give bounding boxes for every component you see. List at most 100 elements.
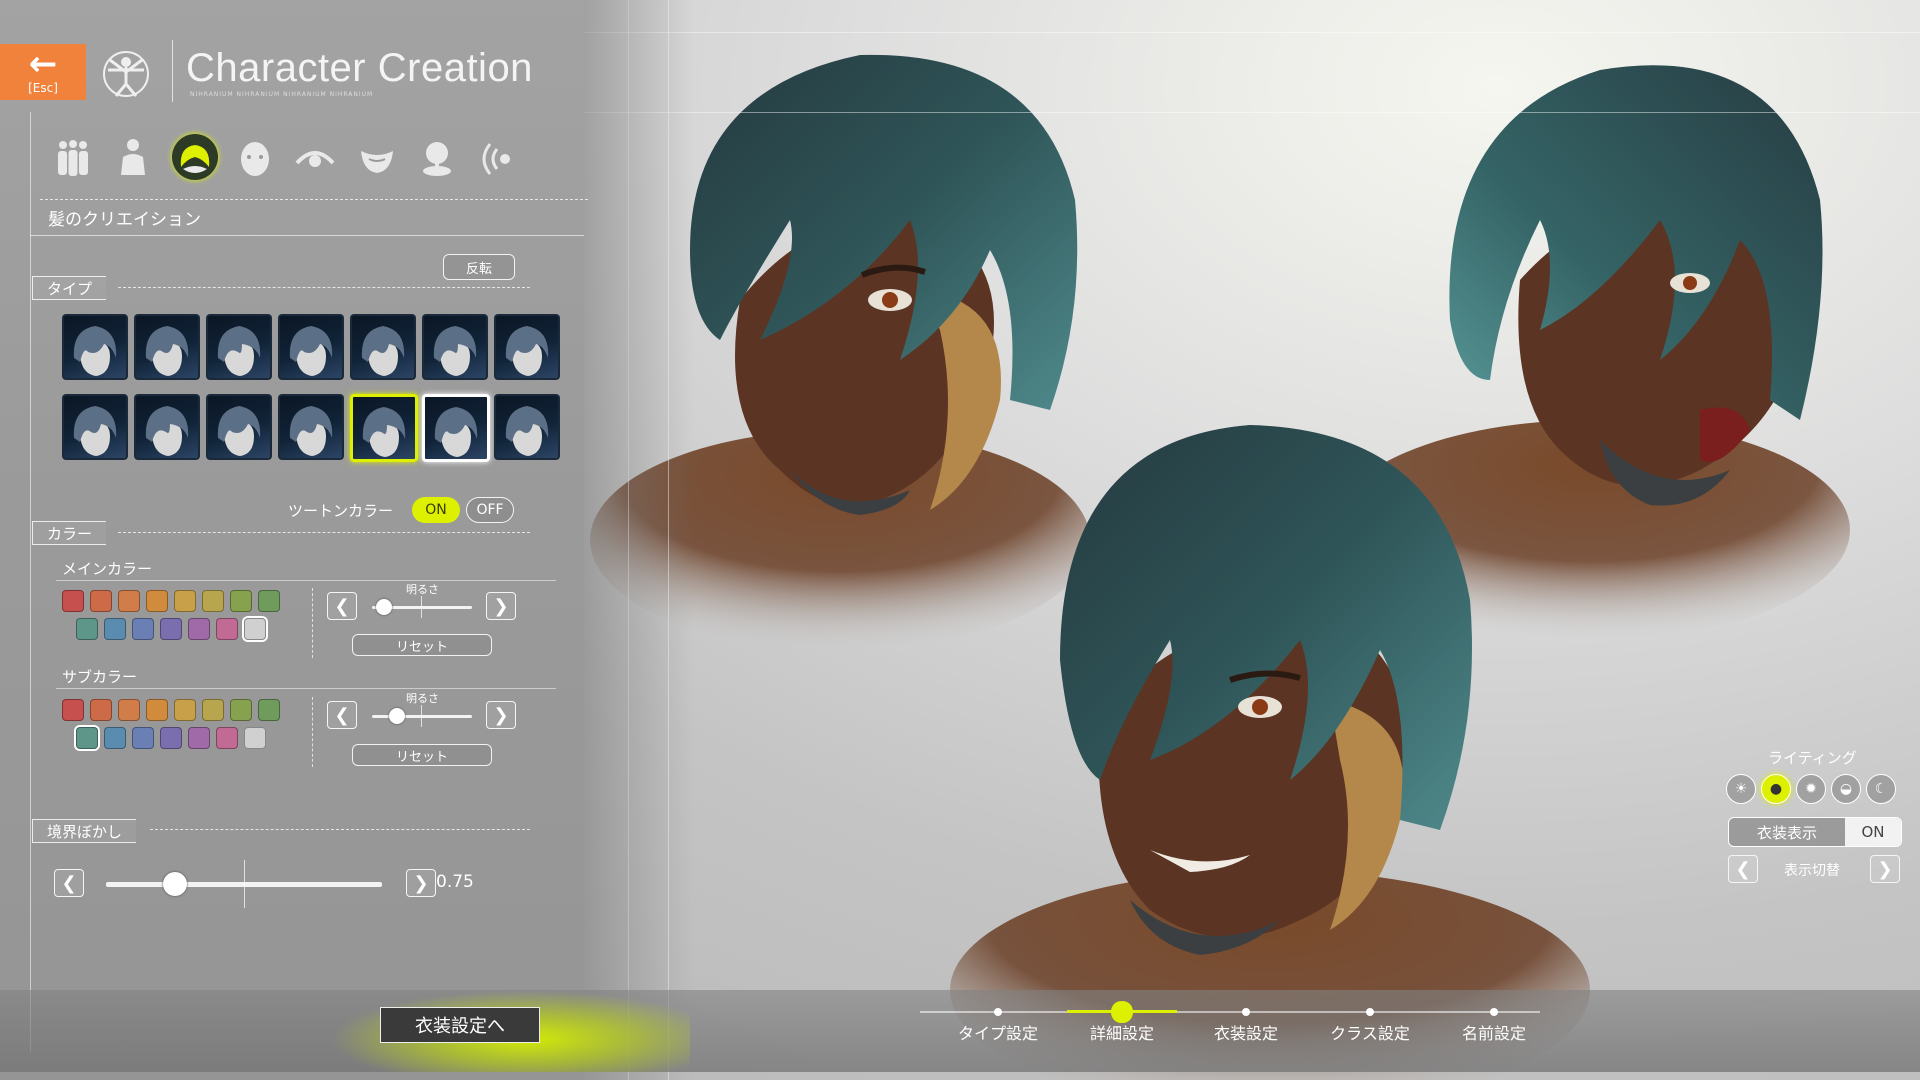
sub-color-swatch[interactable] xyxy=(160,727,182,749)
blur-increase-button[interactable]: ❯ xyxy=(406,869,436,897)
hair-preview-icon xyxy=(362,407,406,457)
sub-color-reset-button[interactable]: リセット xyxy=(352,744,492,766)
step-label[interactable]: 衣装設定 xyxy=(1186,1020,1306,1044)
main-color-swatch[interactable] xyxy=(244,618,266,640)
divider xyxy=(312,697,314,767)
sub-color-swatch[interactable] xyxy=(202,699,224,721)
main-brightness-slider-knob[interactable] xyxy=(376,599,392,615)
costume-display-toggle[interactable]: 衣装表示 ON xyxy=(1728,817,1902,847)
divider xyxy=(56,688,556,689)
step-label[interactable]: 詳細設定 xyxy=(1062,1020,1182,1044)
view-switch-next-button[interactable]: ❯ xyxy=(1870,855,1900,883)
voice-icon[interactable] xyxy=(472,134,522,184)
main-color-swatch[interactable] xyxy=(202,590,224,612)
hair-type-tile[interactable] xyxy=(278,314,344,380)
view-switch-prev-button[interactable]: ❮ xyxy=(1728,855,1758,883)
back-arrow-icon: ← xyxy=(28,44,58,84)
mouth-icon[interactable] xyxy=(352,134,402,184)
hair-preview-icon xyxy=(434,407,478,457)
main-color-swatch[interactable] xyxy=(146,590,168,612)
sub-brightness-decrease-button[interactable]: ❮ xyxy=(327,701,357,729)
hair-type-tile[interactable] xyxy=(206,394,272,460)
hair-type-tile[interactable] xyxy=(350,314,416,380)
sub-color-swatch[interactable] xyxy=(216,727,238,749)
hair-type-tile[interactable] xyxy=(350,394,418,462)
main-color-swatch[interactable] xyxy=(76,618,98,640)
sunset-icon: ◒ xyxy=(1839,781,1853,797)
sub-color-swatch[interactable] xyxy=(118,699,140,721)
two-tone-off-toggle[interactable]: OFF xyxy=(466,497,514,523)
lighting-bright-button[interactable]: ✹ xyxy=(1796,774,1826,804)
blur-decrease-button[interactable]: ❮ xyxy=(54,869,84,897)
back-button[interactable]: ← [Esc] xyxy=(0,44,86,100)
main-brightness-label: 明るさ xyxy=(406,583,439,596)
lighting-sunrise-button[interactable]: ☀ xyxy=(1726,774,1756,804)
step-dot xyxy=(1366,1008,1374,1016)
main-color-swatch[interactable] xyxy=(216,618,238,640)
main-color-swatch[interactable] xyxy=(230,590,252,612)
sub-color-swatch[interactable] xyxy=(188,727,210,749)
sub-brightness-increase-button[interactable]: ❯ xyxy=(486,701,516,729)
main-color-swatch[interactable] xyxy=(104,618,126,640)
main-color-swatch[interactable] xyxy=(118,590,140,612)
chevron-right-icon: ❯ xyxy=(413,872,429,894)
main-color-swatch[interactable] xyxy=(174,590,196,612)
sub-color-swatch[interactable] xyxy=(76,727,98,749)
lighting-sunset-button[interactable]: ◒ xyxy=(1831,774,1861,804)
sub-brightness-slider-knob[interactable] xyxy=(389,708,405,724)
sub-color-swatch[interactable] xyxy=(244,727,266,749)
body-types-icon[interactable] xyxy=(48,134,98,184)
sub-color-swatch[interactable] xyxy=(62,699,84,721)
hair-type-tile[interactable] xyxy=(422,394,490,462)
sub-color-swatch[interactable] xyxy=(132,727,154,749)
face-icon[interactable] xyxy=(230,134,280,184)
main-color-swatch[interactable] xyxy=(132,618,154,640)
sub-color-swatch[interactable] xyxy=(230,699,252,721)
hair-icon[interactable] xyxy=(170,134,220,184)
hair-preview-icon xyxy=(289,406,333,456)
step-label[interactable]: 名前設定 xyxy=(1434,1020,1554,1044)
blur-slider-knob[interactable] xyxy=(163,872,187,896)
hair-type-tile[interactable] xyxy=(62,394,128,460)
page-subtitle: NIHRANIUM NIHRANIUM NIHRANIUM NIHRANIUM xyxy=(190,91,374,98)
body-icon[interactable] xyxy=(108,134,158,184)
hair-type-tile[interactable] xyxy=(62,314,128,380)
divider xyxy=(118,532,530,533)
sub-color-swatch[interactable] xyxy=(146,699,168,721)
main-color-reset-button[interactable]: リセット xyxy=(352,634,492,656)
lighting-day-button[interactable]: ● xyxy=(1761,774,1791,804)
step-label[interactable]: クラス設定 xyxy=(1310,1020,1430,1044)
hair-type-tile[interactable] xyxy=(422,314,488,380)
sub-brightness-slider-track[interactable] xyxy=(372,715,472,718)
main-color-swatch[interactable] xyxy=(258,590,280,612)
sub-color-swatch[interactable] xyxy=(174,699,196,721)
sub-color-swatch[interactable] xyxy=(258,699,280,721)
main-color-label: メインカラー xyxy=(62,560,153,578)
hair-type-tile[interactable] xyxy=(494,314,560,380)
main-color-palette xyxy=(62,590,292,646)
main-color-swatch[interactable] xyxy=(160,618,182,640)
hair-type-tile[interactable] xyxy=(494,394,560,460)
hair-type-tile[interactable] xyxy=(134,314,200,380)
eye-icon[interactable] xyxy=(290,134,340,184)
main-color-swatch[interactable] xyxy=(90,590,112,612)
main-brightness-increase-button[interactable]: ❯ xyxy=(486,592,516,620)
flip-button[interactable]: 反転 xyxy=(443,254,515,280)
main-brightness-decrease-button[interactable]: ❮ xyxy=(327,592,357,620)
sub-color-swatch[interactable] xyxy=(90,699,112,721)
lighting-night-button[interactable]: ☾ xyxy=(1866,774,1896,804)
hair-type-tile[interactable] xyxy=(278,394,344,460)
main-color-swatch[interactable] xyxy=(188,618,210,640)
hair-type-tile[interactable] xyxy=(206,314,272,380)
hair-type-tile[interactable] xyxy=(134,394,200,460)
panel-shadow xyxy=(584,0,694,1080)
step-label[interactable]: タイプ設定 xyxy=(938,1020,1058,1044)
next-costume-button[interactable]: 衣装設定へ xyxy=(380,1007,540,1043)
sub-color-swatch[interactable] xyxy=(104,727,126,749)
two-tone-on-toggle[interactable]: ON xyxy=(412,497,460,523)
main-color-swatch[interactable] xyxy=(62,590,84,612)
bright-icon: ✹ xyxy=(1805,781,1817,797)
chevron-right-icon: ❯ xyxy=(1877,858,1893,880)
step-dot xyxy=(1118,1008,1126,1016)
makeup-icon[interactable] xyxy=(412,134,462,184)
